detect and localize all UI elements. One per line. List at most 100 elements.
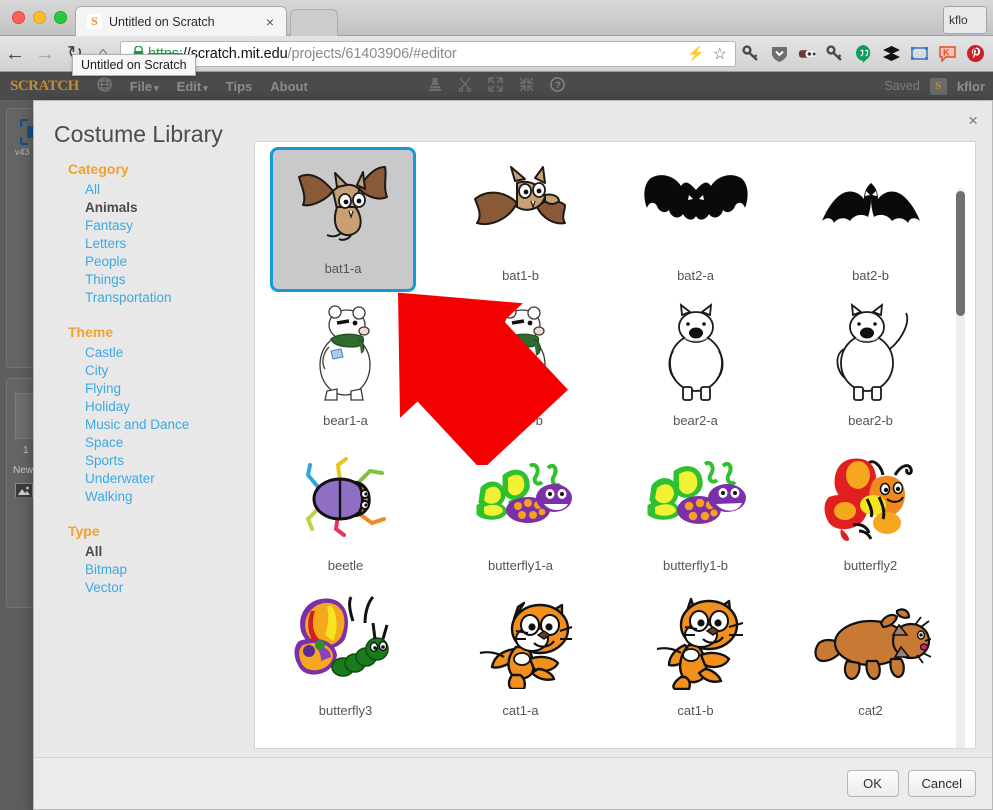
minimize-window-button[interactable] bbox=[33, 11, 46, 24]
costume-item[interactable] bbox=[608, 727, 783, 748]
costume-item-label: cat1-a bbox=[502, 703, 539, 718]
costume-item[interactable]: bat2-b bbox=[783, 147, 958, 292]
shield-down-icon[interactable] bbox=[770, 44, 789, 63]
butterfly1b-icon bbox=[608, 437, 783, 558]
costume-item-label: bear2-a bbox=[673, 413, 718, 428]
pinterest-icon[interactable] bbox=[966, 44, 985, 63]
sidebar-item-fantasy[interactable]: Fantasy bbox=[68, 216, 258, 234]
sidebar-item-holiday[interactable]: Holiday bbox=[68, 397, 258, 415]
scissors-icon[interactable] bbox=[458, 77, 472, 95]
lightning-icon[interactable]: ⚡ bbox=[687, 45, 704, 62]
forward-button[interactable]: → bbox=[30, 44, 60, 64]
sidebar-item-people[interactable]: People bbox=[68, 252, 258, 270]
key-icon-2[interactable] bbox=[826, 44, 845, 63]
sidebar-item-type-all[interactable]: All bbox=[68, 542, 258, 560]
grow-icon[interactable] bbox=[488, 77, 503, 95]
costume-item[interactable]: bat2-a bbox=[608, 147, 783, 292]
address-bar[interactable]: https://scratch.mit.edu/projects/6140390… bbox=[120, 40, 736, 67]
back-button[interactable]: ← bbox=[0, 44, 30, 64]
sidebar-item-underwater[interactable]: Underwater bbox=[68, 469, 258, 487]
costume-item[interactable] bbox=[258, 727, 433, 748]
bookmark-star-icon[interactable]: ☆ bbox=[713, 44, 727, 64]
costume-item[interactable]: bear1-b bbox=[433, 292, 608, 437]
bat2a-icon bbox=[608, 147, 783, 268]
help-icon[interactable]: ? bbox=[550, 77, 565, 95]
user-avatar-icon[interactable]: S bbox=[929, 77, 947, 95]
costume-item[interactable]: cat1-b bbox=[608, 582, 783, 727]
grid-scrollbar[interactable] bbox=[956, 188, 965, 748]
costume-item[interactable]: beetle bbox=[258, 437, 433, 582]
costume-item-label: bat1-b bbox=[502, 268, 539, 283]
costume-item[interactable]: bear2-b bbox=[783, 292, 958, 437]
menu-about[interactable]: About bbox=[270, 79, 308, 94]
stamp-icon[interactable] bbox=[428, 77, 442, 95]
profile-chip[interactable]: kflo bbox=[943, 6, 987, 34]
extensions-bar: K bbox=[742, 44, 993, 63]
screenshot-icon[interactable] bbox=[910, 44, 929, 63]
sidebar-item-bitmap[interactable]: Bitmap bbox=[68, 560, 258, 578]
tab-title: Untitled on Scratch bbox=[109, 14, 215, 29]
new-tab-button[interactable] bbox=[290, 9, 338, 36]
browser-titlebar: S Untitled on Scratch × kflo bbox=[0, 0, 993, 36]
svg-text:?: ? bbox=[555, 80, 561, 91]
hangouts-icon[interactable] bbox=[854, 44, 873, 63]
close-window-button[interactable] bbox=[12, 11, 25, 24]
chevron-down-icon-2: ▾ bbox=[203, 82, 208, 93]
costume-item[interactable]: bear2-a bbox=[608, 292, 783, 437]
browser-tab[interactable]: S Untitled on Scratch × bbox=[75, 6, 287, 36]
costume-item[interactable]: bear1-a bbox=[258, 292, 433, 437]
globe-icon[interactable] bbox=[97, 76, 112, 96]
ok-button[interactable]: OK bbox=[846, 770, 899, 797]
croc-b-icon bbox=[783, 727, 958, 748]
sidebar-item-music-and-dance[interactable]: Music and Dance bbox=[68, 415, 258, 433]
close-icon[interactable]: × bbox=[968, 111, 978, 131]
costume-item-label: bat2-a bbox=[677, 268, 714, 283]
sidebar-item-flying[interactable]: Flying bbox=[68, 379, 258, 397]
costume-grid[interactable]: bat1-a bat1-b bat2-a bat2-b bear1-a bear… bbox=[254, 141, 976, 749]
costume-item-label: bat2-b bbox=[852, 268, 889, 283]
mask-icon[interactable] bbox=[798, 44, 817, 63]
costume-item[interactable]: butterfly1-b bbox=[608, 437, 783, 582]
grid-scrollbar-thumb[interactable] bbox=[956, 191, 965, 316]
sidebar-item-transportation[interactable]: Transportation bbox=[68, 288, 258, 306]
k-icon[interactable]: K bbox=[938, 44, 957, 63]
sidebar-item-things[interactable]: Things bbox=[68, 270, 258, 288]
sidebar-item-letters[interactable]: Letters bbox=[68, 234, 258, 252]
menu-tips[interactable]: Tips bbox=[226, 79, 253, 94]
image-icon[interactable] bbox=[15, 483, 33, 497]
crab-a-icon bbox=[258, 727, 433, 748]
shrink-icon[interactable] bbox=[519, 77, 534, 95]
butterfly3-icon bbox=[258, 582, 433, 703]
menu-edit[interactable]: Edit ▾ bbox=[177, 79, 208, 94]
bear1a-icon bbox=[258, 292, 433, 413]
costume-item[interactable]: cat1-a bbox=[433, 582, 608, 727]
scratch-logo[interactable]: SCRATCH bbox=[10, 78, 79, 95]
costume-item[interactable]: bat1-b bbox=[433, 147, 608, 292]
costume-item[interactable]: bat1-a bbox=[270, 147, 416, 292]
close-tab-icon[interactable]: × bbox=[262, 14, 278, 30]
sidebar-item-city[interactable]: City bbox=[68, 361, 258, 379]
costume-item[interactable] bbox=[783, 727, 958, 748]
costume-item[interactable]: cat2 bbox=[783, 582, 958, 727]
sidebar-item-animals[interactable]: Animals bbox=[68, 198, 258, 216]
key-icon[interactable] bbox=[742, 44, 761, 63]
costume-item-label: cat1-b bbox=[677, 703, 714, 718]
sidebar-item-sports[interactable]: Sports bbox=[68, 451, 258, 469]
username-label[interactable]: kflor bbox=[957, 79, 985, 94]
menu-edit-label: Edit bbox=[176, 78, 202, 94]
sidebar-item-space[interactable]: Space bbox=[68, 433, 258, 451]
sidebar-item-castle[interactable]: Castle bbox=[68, 343, 258, 361]
costume-item[interactable]: butterfly2 bbox=[783, 437, 958, 582]
costume-item[interactable]: butterfly3 bbox=[258, 582, 433, 727]
chevron-down-icon: ▾ bbox=[154, 82, 159, 93]
sidebar-item-walking[interactable]: Walking bbox=[68, 487, 258, 505]
maximize-window-button[interactable] bbox=[54, 11, 67, 24]
cancel-button[interactable]: Cancel bbox=[907, 770, 976, 797]
costume-item[interactable]: butterfly1-a bbox=[433, 437, 608, 582]
library-sidebar: Category All Animals Fantasy Letters Peo… bbox=[68, 161, 258, 596]
sidebar-item-all[interactable]: All bbox=[68, 180, 258, 198]
layers-icon[interactable] bbox=[882, 44, 901, 63]
sidebar-item-vector[interactable]: Vector bbox=[68, 578, 258, 596]
menu-file[interactable]: File ▾ bbox=[130, 79, 159, 94]
costume-item[interactable] bbox=[433, 727, 608, 748]
